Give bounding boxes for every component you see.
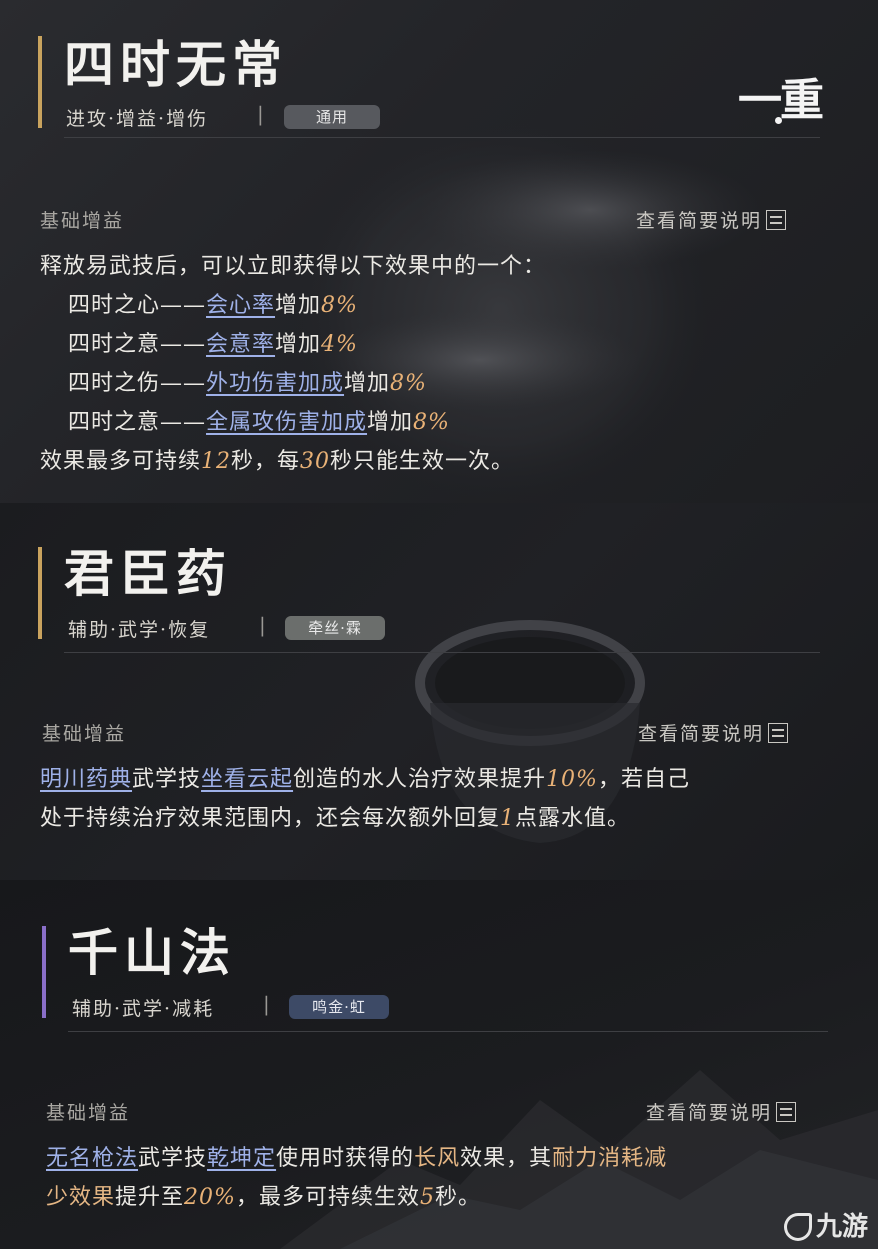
tag-separator: | xyxy=(257,102,264,126)
section-label: 基础增益 xyxy=(42,723,127,745)
summary-label: 查看简要说明 xyxy=(636,210,763,232)
desc-line: 明川药典武学技坐看云起创造的水人治疗效果提升10%，若自己 xyxy=(40,767,690,792)
site-watermark: 九游 xyxy=(783,1206,868,1243)
term-link[interactable]: 乾坤定 xyxy=(207,1146,276,1171)
summary-label: 查看简要说明 xyxy=(638,723,765,745)
tag-separator: | xyxy=(259,613,266,637)
view-summary-button[interactable]: 查看简要说明 xyxy=(646,1098,797,1125)
desc-line: 无名枪法武学技乾坤定使用时获得的长风效果，其耐力消耗减 xyxy=(46,1146,668,1171)
duration-line: 效果最多可持续12秒，每30秒只能生效一次。 xyxy=(40,449,515,474)
effect-row: 四时之意——会意率增加4% xyxy=(68,332,358,357)
skill-tags: 进攻·增益·增伤 xyxy=(66,108,209,130)
category-chip: 牵丝·霖 xyxy=(285,616,385,640)
term-link[interactable]: 全属攻伤害加成 xyxy=(206,410,367,435)
term-link[interactable]: 会心率 xyxy=(206,293,275,318)
section-label: 基础增益 xyxy=(40,210,125,232)
rank-label: 一重 xyxy=(738,75,824,126)
skill-title: 君臣药 xyxy=(64,544,232,603)
term-link[interactable]: 会意率 xyxy=(206,332,275,357)
card-qianshan-fa: 千山法 辅助·武学·减耗 | 鸣金·虹 基础增益 查看简要说明 无名枪法武学技乾… xyxy=(0,880,878,1249)
card-sishi-wuchang: 四时无常 一重 进攻·增益·增伤 | 通用 基础增益 查看简要说明 释放易武技后… xyxy=(0,0,878,503)
summary-label: 查看简要说明 xyxy=(646,1102,773,1124)
term-link[interactable]: 无名枪法 xyxy=(46,1146,138,1171)
term-link[interactable]: 明川药典 xyxy=(40,767,132,792)
category-chip: 鸣金·虹 xyxy=(289,995,389,1019)
skill-title: 千山法 xyxy=(68,923,236,982)
term-link[interactable]: 坐看云起 xyxy=(201,767,293,792)
effect-row: 四时之心——会心率增加8% xyxy=(68,293,358,318)
view-summary-button[interactable]: 查看简要说明 xyxy=(638,719,789,746)
skill-tags: 辅助·武学·减耗 xyxy=(72,998,215,1020)
card-junchen-yao: 君臣药 辅助·武学·恢复 | 牵丝·霖 基础增益 查看简要说明 明川药典武学技坐… xyxy=(0,503,878,880)
header-divider xyxy=(68,1031,828,1032)
effect-row: 四时之意——全属攻伤害加成增加8% xyxy=(68,410,450,435)
term-link[interactable]: 外功伤害加成 xyxy=(206,371,344,396)
view-summary-button[interactable]: 查看简要说明 xyxy=(636,206,787,233)
effect-row: 四时之伤——外功伤害加成增加8% xyxy=(68,371,427,396)
category-chip: 通用 xyxy=(284,105,380,129)
tag-separator: | xyxy=(263,992,270,1016)
desc-line: 少效果提升至20%，最多可持续生效5秒。 xyxy=(46,1185,481,1210)
desc-line: 释放易武技后，可以立即获得以下效果中的一个： xyxy=(40,254,547,279)
section-label: 基础增益 xyxy=(46,1102,131,1124)
skill-tags: 辅助·武学·恢复 xyxy=(68,619,211,641)
header-divider xyxy=(64,652,820,653)
desc-line: 处于持续治疗效果范围内，还会每次额外回复1点露水值。 xyxy=(40,806,631,831)
header-divider xyxy=(64,137,820,138)
skill-title: 四时无常 xyxy=(64,35,288,94)
switch-icon xyxy=(766,210,787,230)
swirl-logo-icon xyxy=(783,1213,812,1241)
accent-bar xyxy=(38,547,42,639)
accent-bar xyxy=(38,36,42,128)
accent-bar xyxy=(42,926,46,1018)
switch-icon xyxy=(768,723,789,743)
switch-icon xyxy=(776,1102,797,1122)
